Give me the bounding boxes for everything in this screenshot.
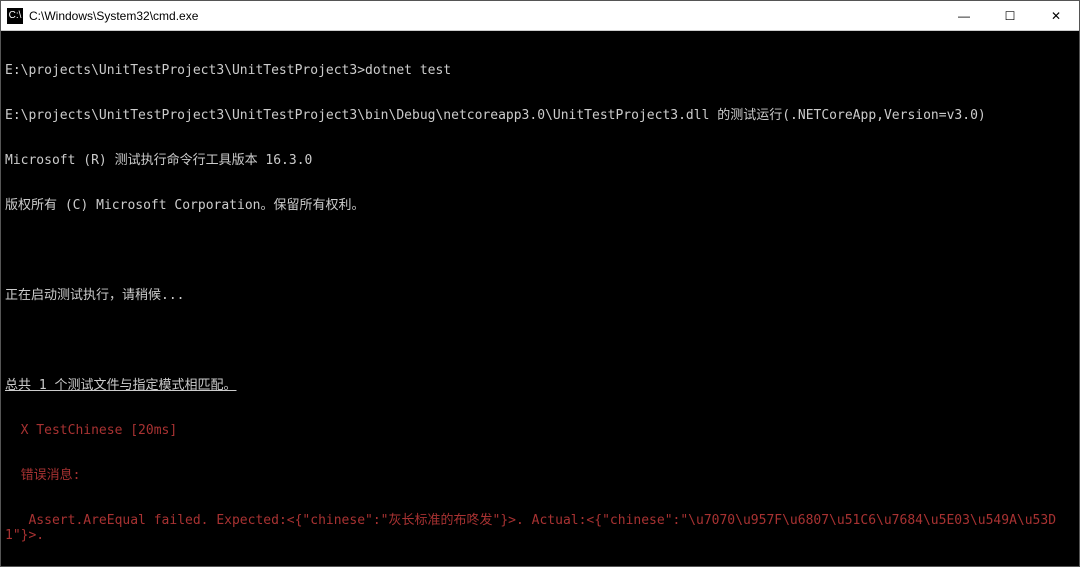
output-line xyxy=(5,243,1075,258)
output-line: 版权所有 (C) Microsoft Corporation。保留所有权利。 xyxy=(5,198,1075,213)
cmd-window: C:\ C:\Windows\System32\cmd.exe — ☐ ✕ E:… xyxy=(0,0,1080,567)
minimize-button[interactable]: — xyxy=(941,1,987,30)
output-line: 总共 1 个测试文件与指定模式相匹配。 xyxy=(5,378,1075,393)
prompt-line: E:\projects\UnitTestProject3\UnitTestPro… xyxy=(5,63,1075,78)
maximize-button[interactable]: ☐ xyxy=(987,1,1033,30)
output-line: E:\projects\UnitTestProject3\UnitTestPro… xyxy=(5,108,1075,123)
close-button[interactable]: ✕ xyxy=(1033,1,1079,30)
titlebar: C:\ C:\Windows\System32\cmd.exe — ☐ ✕ xyxy=(1,1,1079,31)
error-message: Assert.AreEqual failed. Expected:<{"chin… xyxy=(5,513,1075,543)
output-line: Microsoft (R) 测试执行命令行工具版本 16.3.0 xyxy=(5,153,1075,168)
window-title: C:\Windows\System32\cmd.exe xyxy=(29,9,941,23)
terminal-output[interactable]: E:\projects\UnitTestProject3\UnitTestPro… xyxy=(1,31,1079,566)
window-controls: — ☐ ✕ xyxy=(941,1,1079,30)
test-fail-line: X TestChinese [20ms] xyxy=(5,423,1075,438)
output-line: 正在启动测试执行，请稍候... xyxy=(5,288,1075,303)
error-label: 错误消息: xyxy=(5,468,1075,483)
output-line xyxy=(5,333,1075,348)
cmd-icon: C:\ xyxy=(7,8,23,24)
